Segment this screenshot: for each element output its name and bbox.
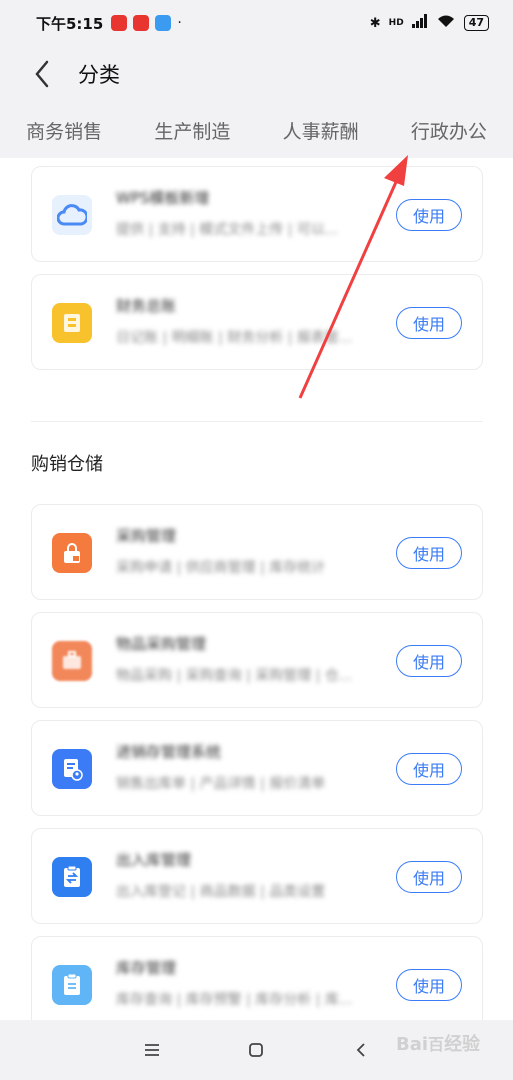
card-title: 采购管理	[116, 527, 177, 545]
status-bar: 下午5:15 · ✱ HD 47	[0, 0, 513, 46]
ledger-icon	[52, 303, 92, 343]
clipboard-transfer-icon	[52, 857, 92, 897]
content-list[interactable]: WPS模板新增 提供 | 支持 | 模式文件上传 | 可以... 使用 财务总账…	[0, 158, 513, 1020]
tab-administration[interactable]: 行政办公	[385, 117, 513, 144]
tab-manufacturing[interactable]: 生产制造	[128, 117, 256, 144]
back-nav-icon[interactable]	[346, 1035, 376, 1065]
card-title: 库存管理	[116, 959, 177, 977]
clipboard-icon	[52, 965, 92, 1005]
battery-indicator: 47	[463, 15, 489, 31]
template-card[interactable]: 进销存管理系统 销售出库单 | 产品详情 | 报价清单 使用	[31, 720, 483, 816]
category-tabs: 商务销售 生产制造 人事薪酬 行政办公	[0, 102, 513, 158]
card-title: WPS模板新增	[116, 189, 210, 207]
back-icon[interactable]	[14, 46, 70, 102]
status-time: 下午5:15	[36, 14, 104, 33]
page-title: 分类	[78, 63, 120, 87]
more-dot-icon: ·	[177, 15, 182, 31]
tab-hr-payroll[interactable]: 人事薪酬	[257, 117, 385, 144]
card-title: 出入库管理	[116, 851, 192, 869]
notification-app-icon-1	[111, 15, 128, 31]
briefcase-icon	[52, 641, 92, 681]
template-card[interactable]: 采购管理 采购申请 | 供应商管理 | 库存统计 使用	[31, 504, 483, 600]
template-card[interactable]: 物品采购管理 物品采购 | 采购查询 | 采购管理 | 仓... 使用	[31, 612, 483, 708]
template-card[interactable]: 库存管理 库存查询 | 库存预警 | 库存分析 | 库... 使用	[31, 936, 483, 1020]
notification-app-icon-3	[155, 15, 172, 31]
template-card[interactable]: 财务总账 日记账 | 明细账 | 财务分析 | 报表管... 使用	[31, 274, 483, 370]
use-button[interactable]: 使用	[396, 307, 462, 339]
home-icon[interactable]	[241, 1035, 271, 1065]
section-divider	[31, 421, 483, 422]
use-button[interactable]: 使用	[396, 645, 462, 677]
template-card[interactable]: WPS模板新增 提供 | 支持 | 模式文件上传 | 可以... 使用	[31, 166, 483, 262]
template-card[interactable]: 出入库管理 出入库登记 | 商品数据 | 品类设置 使用	[31, 828, 483, 924]
section-title: 购销仓储	[31, 454, 103, 475]
card-description: 出入库登记 | 商品数据 | 品类设置	[116, 884, 326, 900]
card-description: 日记账 | 明细账 | 财务分析 | 报表管...	[116, 330, 353, 346]
header: 分类	[0, 46, 513, 102]
watermark-logo: Bai百经验	[396, 1034, 481, 1055]
card-description: 物品采购 | 采购查询 | 采购管理 | 仓...	[116, 668, 353, 684]
user-doc-icon	[52, 749, 92, 789]
use-button[interactable]: 使用	[396, 753, 462, 785]
use-button[interactable]: 使用	[396, 537, 462, 569]
wifi-icon	[436, 14, 456, 32]
cloud-icon	[52, 195, 92, 235]
card-description: 销售出库单 | 产品详情 | 报价清单	[116, 776, 326, 792]
notification-app-icon-2	[133, 15, 150, 31]
card-title: 财务总账	[116, 297, 177, 315]
card-title: 物品采购管理	[116, 635, 207, 653]
card-description: 库存查询 | 库存预警 | 库存分析 | 库...	[116, 992, 353, 1008]
use-button[interactable]: 使用	[396, 861, 462, 893]
card-description: 提供 | 支持 | 模式文件上传 | 可以...	[116, 222, 339, 238]
network-label: HD	[388, 18, 404, 28]
tab-business-sales[interactable]: 商务销售	[0, 117, 128, 144]
card-title: 进销存管理系统	[116, 743, 222, 761]
bag-icon	[52, 533, 92, 573]
bluetooth-icon: ✱	[369, 15, 381, 31]
menu-icon[interactable]	[137, 1035, 167, 1065]
signal-icon	[411, 14, 428, 32]
card-description: 采购申请 | 供应商管理 | 库存统计	[116, 560, 326, 576]
use-button[interactable]: 使用	[396, 969, 462, 1001]
use-button[interactable]: 使用	[396, 199, 462, 231]
